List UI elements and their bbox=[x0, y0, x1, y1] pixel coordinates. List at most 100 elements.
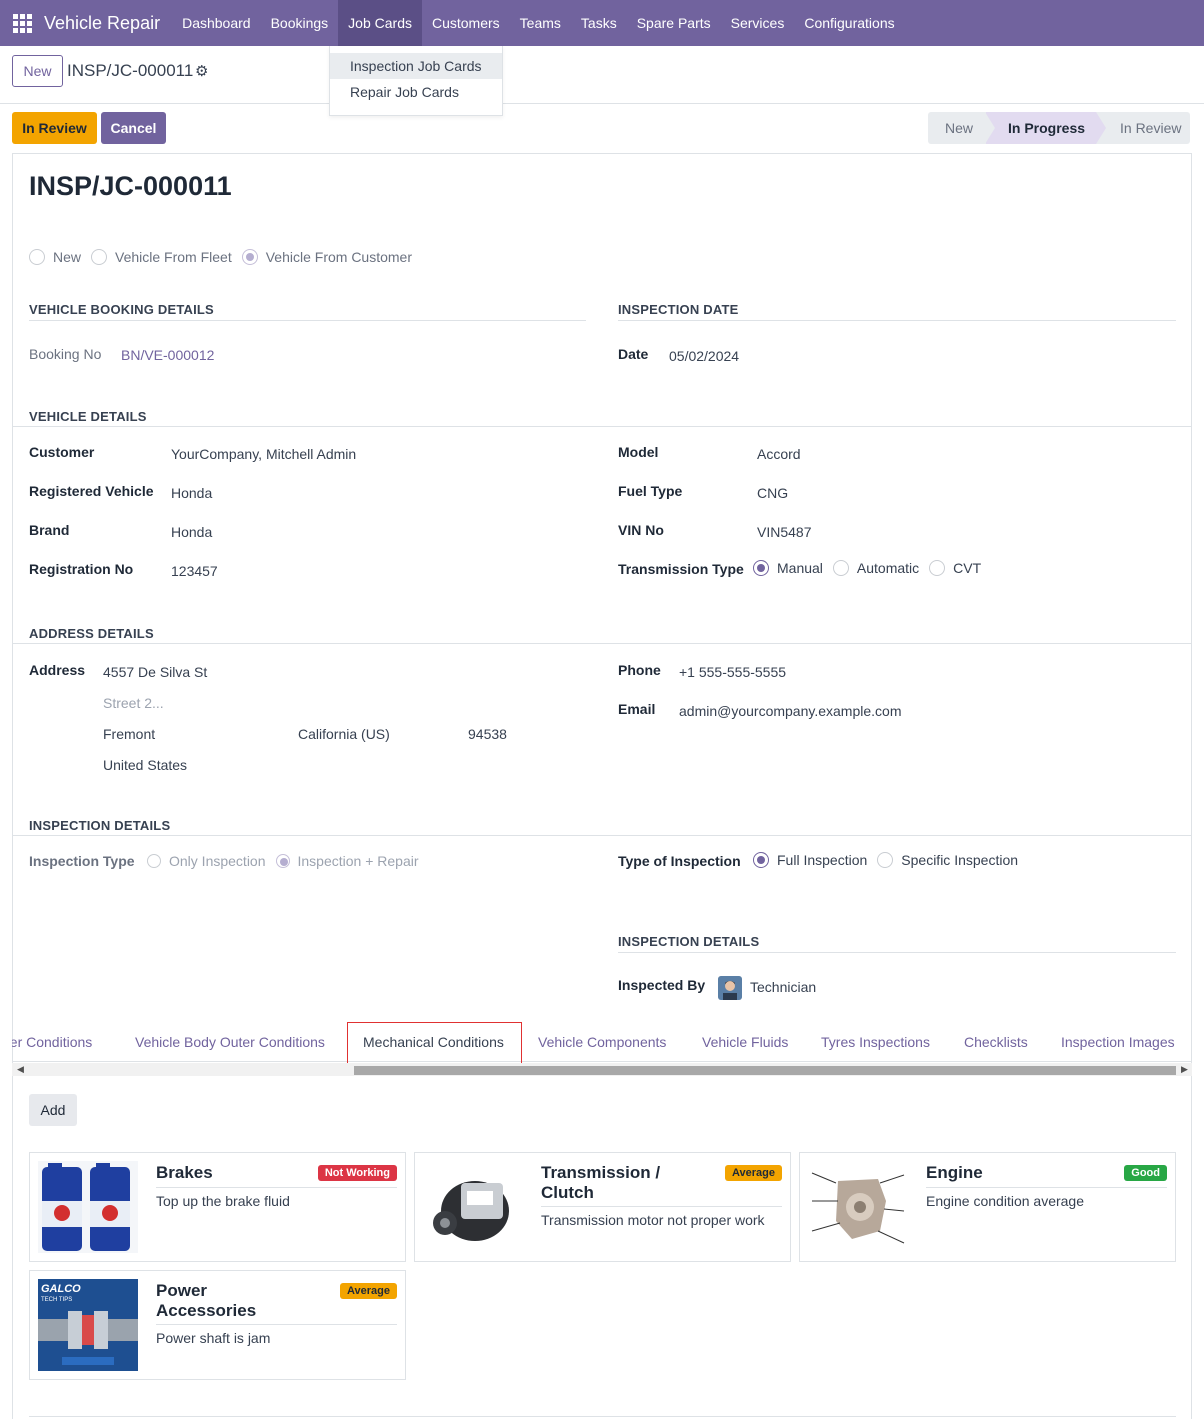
section-divider bbox=[12, 643, 1192, 644]
radio-only-inspection[interactable] bbox=[147, 854, 161, 868]
radio-inspection-repair[interactable] bbox=[275, 854, 290, 868]
vin-no-field[interactable]: VIN5487 bbox=[757, 524, 811, 540]
card-title-line: Power bbox=[156, 1281, 208, 1300]
radio-new[interactable] bbox=[29, 249, 45, 265]
nav-spare-parts[interactable]: Spare Parts bbox=[627, 0, 721, 46]
street-field[interactable]: 4557 De Silva St bbox=[103, 664, 207, 680]
brand-label: Brand bbox=[29, 522, 70, 538]
email-label: Email bbox=[618, 701, 656, 717]
cancel-button[interactable]: Cancel bbox=[101, 112, 166, 144]
customer-label: Customer bbox=[29, 444, 95, 460]
status-badge: Average bbox=[339, 1283, 397, 1299]
card-description: Transmission motor not proper work bbox=[541, 1212, 765, 1228]
tab-vehicle-fluids[interactable]: Vehicle Fluids bbox=[702, 1034, 788, 1050]
radio-vehicle-from-customer[interactable] bbox=[241, 249, 258, 265]
inspection-type-radio-group: Only Inspection Inspection + Repair bbox=[147, 853, 429, 869]
inspected-by-field[interactable]: Technician bbox=[750, 979, 816, 995]
radio-new-label: New bbox=[53, 249, 82, 265]
nav-dashboard[interactable]: Dashboard bbox=[172, 0, 261, 46]
tab-checklists[interactable]: Checklists bbox=[964, 1034, 1028, 1050]
tab-tyres-inspections[interactable]: Tyres Inspections bbox=[821, 1034, 930, 1050]
new-record-button[interactable]: New bbox=[12, 55, 63, 87]
stage-new[interactable]: New bbox=[928, 112, 986, 144]
card-divider bbox=[156, 1187, 397, 1188]
in-review-button[interactable]: In Review bbox=[12, 112, 97, 144]
scroll-left-arrow-icon[interactable]: ◀ bbox=[17, 1064, 24, 1075]
fuel-type-field[interactable]: CNG bbox=[757, 485, 788, 501]
radio-automatic[interactable] bbox=[832, 560, 849, 576]
zip-field[interactable]: 94538 bbox=[468, 726, 507, 742]
tab-inner-conditions[interactable]: ner Conditions bbox=[12, 1034, 92, 1050]
radio-cvt[interactable] bbox=[929, 560, 946, 576]
vehicle-source-radio-group: New Vehicle From Fleet Vehicle From Cust… bbox=[29, 249, 422, 265]
radio-manual[interactable] bbox=[753, 560, 769, 576]
card-description: Engine condition average bbox=[926, 1193, 1085, 1209]
brake-fluid-image bbox=[38, 1161, 138, 1253]
scroll-right-arrow-icon[interactable]: ▶ bbox=[1181, 1064, 1188, 1075]
engine-diagram-image bbox=[808, 1161, 908, 1253]
model-field[interactable]: Accord bbox=[757, 446, 801, 462]
tab-inspection-images[interactable]: Inspection Images bbox=[1061, 1034, 1175, 1050]
section-divider bbox=[618, 320, 1176, 321]
city-field[interactable]: Fremont bbox=[103, 726, 155, 742]
registered-vehicle-field[interactable]: Honda bbox=[171, 485, 212, 501]
add-line-button[interactable]: Add bbox=[29, 1094, 77, 1126]
nav-configurations[interactable]: Configurations bbox=[794, 0, 904, 46]
apps-menu-icon[interactable] bbox=[0, 0, 44, 46]
registration-no-field[interactable]: 123457 bbox=[171, 563, 218, 579]
nav-services[interactable]: Services bbox=[721, 0, 795, 46]
radio-specific-inspection[interactable] bbox=[877, 852, 894, 868]
tab-vehicle-components[interactable]: Vehicle Components bbox=[538, 1034, 666, 1050]
breadcrumb: INSP/JC-000011 bbox=[67, 61, 194, 80]
fuel-type-label: Fuel Type bbox=[618, 483, 683, 499]
nav-bookings[interactable]: Bookings bbox=[261, 0, 339, 46]
mechanical-card-transmission[interactable]: Transmission / Clutch Average Transmissi… bbox=[414, 1152, 791, 1262]
street2-field[interactable]: Street 2... bbox=[103, 695, 164, 711]
mechanical-card-engine[interactable]: Engine Good Engine condition average bbox=[799, 1152, 1176, 1262]
dropdown-inspection-job-cards[interactable]: Inspection Job Cards bbox=[330, 53, 502, 79]
state-field[interactable]: California (US) bbox=[298, 726, 390, 742]
type-of-inspection-label: Type of Inspection bbox=[618, 853, 741, 869]
tabs-scrollbar-thumb[interactable] bbox=[354, 1066, 1176, 1075]
status-badge: Not Working bbox=[317, 1165, 397, 1181]
radio-fleet-label: Vehicle From Fleet bbox=[115, 249, 232, 265]
booking-no-link[interactable]: BN/VE-000012 bbox=[121, 347, 214, 363]
section-divider bbox=[12, 426, 1192, 427]
stage-in-progress[interactable]: In Progress bbox=[985, 112, 1106, 144]
record-title: INSP/JC-000011 bbox=[29, 171, 232, 201]
country-field[interactable]: United States bbox=[103, 757, 187, 773]
gear-icon[interactable]: ⚙ bbox=[195, 62, 208, 80]
card-divider bbox=[156, 1324, 397, 1325]
stage-in-review[interactable]: In Review bbox=[1096, 112, 1190, 144]
mechanical-card-brakes[interactable]: Brakes Not Working Top up the brake flui… bbox=[29, 1152, 406, 1262]
nav-teams[interactable]: Teams bbox=[510, 0, 571, 46]
phone-label: Phone bbox=[618, 662, 661, 678]
customer-field[interactable]: YourCompany, Mitchell Admin bbox=[171, 446, 356, 462]
radio-full-inspection[interactable] bbox=[753, 852, 769, 868]
brand-field[interactable]: Honda bbox=[171, 524, 212, 540]
mechanical-card-power-accessories[interactable]: GALCO TECH TIPS Power Accessories Averag… bbox=[29, 1270, 406, 1380]
galco-logo-text: GALCO bbox=[41, 1283, 81, 1295]
radio-vehicle-from-fleet[interactable] bbox=[91, 249, 108, 265]
booking-no-label: Booking No bbox=[29, 346, 102, 362]
app-brand[interactable]: Vehicle Repair bbox=[44, 13, 172, 34]
card-title: Transmission / Clutch bbox=[541, 1163, 660, 1203]
nav-job-cards[interactable]: Job Cards bbox=[338, 0, 422, 46]
section-divider bbox=[618, 952, 1176, 953]
dropdown-repair-job-cards[interactable]: Repair Job Cards bbox=[330, 79, 502, 105]
avatar bbox=[718, 976, 742, 1000]
date-field[interactable]: 05/02/2024 bbox=[669, 348, 739, 364]
inspection-type-label: Inspection Type bbox=[29, 853, 135, 869]
phone-field[interactable]: +1 555-555-5555 bbox=[679, 664, 786, 680]
transmission-radio-group: Manual Automatic CVT bbox=[753, 560, 991, 576]
card-divider bbox=[541, 1206, 782, 1207]
nav-tasks[interactable]: Tasks bbox=[571, 0, 627, 46]
tab-vehicle-body-outer-conditions[interactable]: Vehicle Body Outer Conditions bbox=[135, 1034, 325, 1050]
card-title: Engine bbox=[926, 1163, 983, 1182]
status-badge: Average bbox=[724, 1165, 782, 1181]
radio-specific-inspection-label: Specific Inspection bbox=[901, 852, 1019, 868]
card-description: Top up the brake fluid bbox=[156, 1193, 290, 1209]
nav-customers[interactable]: Customers bbox=[422, 0, 510, 46]
email-field[interactable]: admin@yourcompany.example.com bbox=[679, 703, 902, 719]
section-inspection-details-2: INSPECTION DETAILS bbox=[618, 934, 760, 949]
